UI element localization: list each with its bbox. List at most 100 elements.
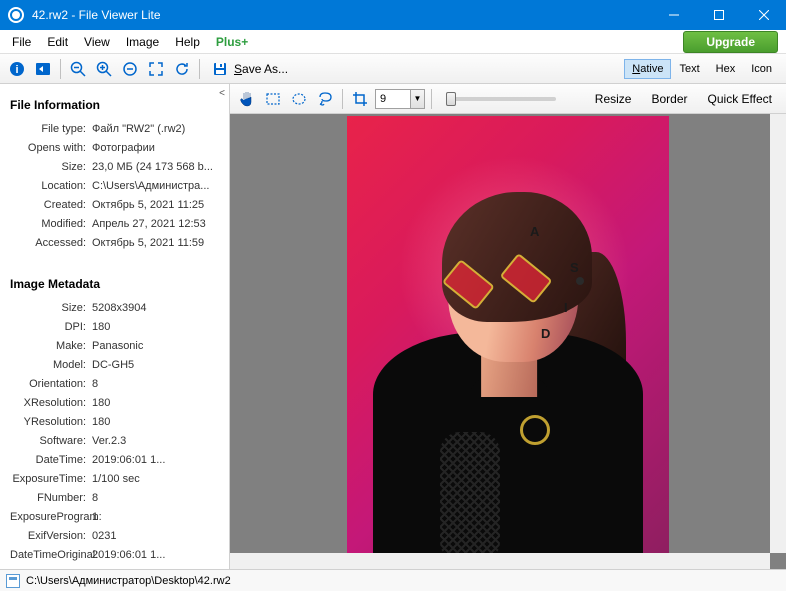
metadata-row: Size:5208x3904 [10, 299, 219, 318]
close-button[interactable] [741, 0, 786, 30]
file-info-key: Modified: [10, 215, 92, 234]
crop-icon[interactable] [349, 88, 371, 110]
file-info-value: Октябрь 5, 2021 11:59 [92, 234, 219, 253]
file-info-row: Size:23,0 МБ (24 173 568 b... [10, 158, 219, 177]
metadata-value: Ver.2.3 [92, 432, 219, 451]
svg-text:i: i [15, 64, 18, 76]
image-canvas[interactable]: A S I D [230, 114, 786, 569]
image-toolbar: 9 ▼ Resize Border Quick Effect [230, 84, 786, 114]
refresh-icon[interactable] [171, 58, 193, 80]
zoom-dropdown[interactable]: 9 ▼ [375, 89, 425, 109]
upgrade-button[interactable]: Upgrade [683, 31, 778, 53]
metadata-value: 2019:06:01 1... [92, 565, 219, 569]
metadata-row: YResolution:180 [10, 413, 219, 432]
fit-screen-icon[interactable] [145, 58, 167, 80]
zoom-actual-icon[interactable] [119, 58, 141, 80]
metadata-row: Model:DC-GH5 [10, 356, 219, 375]
zoom-in-icon[interactable] [93, 58, 115, 80]
menu-edit[interactable]: Edit [39, 32, 76, 52]
viewmode-native[interactable]: Native [624, 59, 671, 79]
metadata-value: 8 [92, 375, 219, 394]
metadata-key: DateTime: [10, 451, 92, 470]
file-info-key: Accessed: [10, 234, 92, 253]
metadata-key: XResolution: [10, 394, 92, 413]
window-title: 42.rw2 - File Viewer Lite [32, 8, 651, 22]
file-info-value: C:\Users\Администра... [92, 177, 219, 196]
zoom-value: 9 [376, 93, 410, 105]
metadata-key: FNumber: [10, 489, 92, 508]
metadata-value: 180 [92, 413, 219, 432]
file-info-key: Size: [10, 158, 92, 177]
titlebar: 42.rw2 - File Viewer Lite [0, 0, 786, 30]
metadata-key: Model: [10, 356, 92, 375]
main-toolbar: i Save As... Native Text Hex Icon [0, 54, 786, 84]
file-info-value: Апрель 27, 2021 12:53 [92, 215, 219, 234]
menu-view[interactable]: View [76, 32, 118, 52]
file-info-row: Location:C:\Users\Администра... [10, 177, 219, 196]
metadata-row: Software:Ver.2.3 [10, 432, 219, 451]
viewmode-icon[interactable]: Icon [743, 59, 780, 79]
file-info-key: File type: [10, 120, 92, 139]
metadata-key: DateTimeDigitized: [10, 565, 92, 569]
file-info-row: Created:Октябрь 5, 2021 11:25 [10, 196, 219, 215]
metadata-key: Size: [10, 299, 92, 318]
metadata-value: 180 [92, 318, 219, 337]
minimize-button[interactable] [651, 0, 696, 30]
menu-plus[interactable]: Plus+ [208, 32, 256, 52]
open-icon[interactable] [32, 58, 54, 80]
metadata-key: Software: [10, 432, 92, 451]
select-ellipse-icon[interactable] [288, 88, 310, 110]
metadata-row: ExposureTime:1/100 sec [10, 470, 219, 489]
file-info-key: Opens with: [10, 139, 92, 158]
file-icon [6, 574, 20, 588]
metadata-key: DateTimeOriginal: [10, 546, 92, 565]
file-info-heading: File Information [10, 98, 219, 112]
metadata-value: 8 [92, 489, 219, 508]
info-icon[interactable]: i [6, 58, 28, 80]
metadata-key: ExifVersion: [10, 527, 92, 546]
metadata-row: DateTimeDigitized:2019:06:01 1... [10, 565, 219, 569]
horizontal-scrollbar[interactable] [230, 553, 770, 569]
metadata-key: ExposureProgram: [10, 508, 92, 527]
dropdown-arrow-icon[interactable]: ▼ [410, 90, 424, 108]
metadata-row: DateTimeOriginal:2019:06:01 1... [10, 546, 219, 565]
metadata-row: Make:Panasonic [10, 337, 219, 356]
metadata-value: 1/100 sec [92, 470, 219, 489]
app-icon [8, 7, 24, 23]
lasso-icon[interactable] [314, 88, 336, 110]
collapse-sidebar-icon[interactable]: < [219, 88, 225, 99]
sidebar: < File Information File type:Файл "RW2" … [0, 84, 230, 569]
vertical-scrollbar[interactable] [770, 114, 786, 553]
quick-effect-button[interactable]: Quick Effect [700, 90, 780, 108]
file-info-value: 23,0 МБ (24 173 568 b... [92, 158, 219, 177]
image-preview: A S I D [347, 116, 669, 569]
select-rect-icon[interactable] [262, 88, 284, 110]
metadata-value: Panasonic [92, 337, 219, 356]
metadata-row: ExposureProgram:1 [10, 508, 219, 527]
file-info-value: Файл "RW2" (.rw2) [92, 120, 219, 139]
pan-icon[interactable] [236, 88, 258, 110]
resize-button[interactable]: Resize [587, 90, 640, 108]
file-info-row: File type:Файл "RW2" (.rw2) [10, 120, 219, 139]
slider-thumb[interactable] [446, 92, 456, 106]
zoom-slider[interactable] [446, 97, 556, 101]
save-as-label: Save As... [234, 62, 288, 76]
save-icon [212, 61, 228, 77]
metadata-value: 180 [92, 394, 219, 413]
save-as-button[interactable]: Save As... [206, 59, 294, 79]
metadata-value: DC-GH5 [92, 356, 219, 375]
metadata-row: XResolution:180 [10, 394, 219, 413]
menu-file[interactable]: File [4, 32, 39, 52]
metadata-row: DateTime:2019:06:01 1... [10, 451, 219, 470]
metadata-key: Orientation: [10, 375, 92, 394]
menu-image[interactable]: Image [118, 32, 167, 52]
status-path: C:\Users\Администратор\Desktop\42.rw2 [26, 575, 231, 587]
menu-help[interactable]: Help [167, 32, 208, 52]
border-button[interactable]: Border [643, 90, 695, 108]
maximize-button[interactable] [696, 0, 741, 30]
viewmode-hex[interactable]: Hex [708, 59, 744, 79]
metadata-row: FNumber:8 [10, 489, 219, 508]
metadata-key: DPI: [10, 318, 92, 337]
zoom-out-icon[interactable] [67, 58, 89, 80]
viewmode-text[interactable]: Text [671, 59, 707, 79]
